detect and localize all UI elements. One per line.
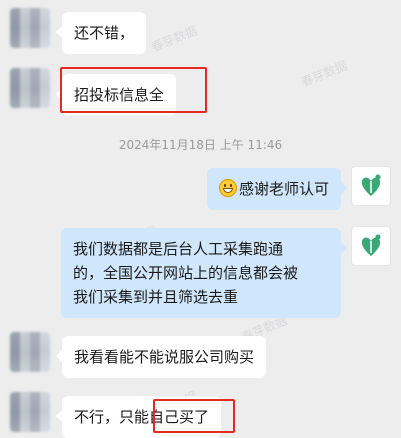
avatar-self[interactable]: [351, 166, 391, 206]
grin-emoji: [218, 179, 237, 197]
avatar-contact[interactable]: [10, 392, 50, 432]
message-timestamp: 2024年11月18日 上午 11:46: [118, 138, 283, 152]
watermark: 春芽数据: [299, 58, 350, 90]
message-text-highlighted: 自己买了: [149, 408, 210, 426]
message-bubble-incoming[interactable]: 我看看能不能说服公司购买: [55, 336, 267, 378]
watermark: 春芽数据: [149, 23, 200, 55]
avatar-contact[interactable]: [10, 8, 50, 48]
message-text-line: 的，全国公开网站上的信息都会被: [73, 264, 299, 282]
message-bubble-incoming[interactable]: 招投标信息全: [55, 74, 177, 116]
message-bubble-outgoing[interactable]: 我们数据都是后台人工采集跑通 的，全国公开网站上的信息都会被 我们采集到并且筛选…: [61, 228, 347, 318]
avatar-contact[interactable]: [10, 68, 50, 108]
message-bubble-outgoing[interactable]: 感谢老师认可: [206, 168, 348, 210]
message-text-line: 我们数据都是后台人工采集跑通: [73, 240, 284, 258]
message-text-line: 我们采集到并且筛选去重: [73, 288, 239, 306]
message-text: 还不错，: [74, 24, 135, 42]
leaf-heart-icon: [361, 234, 381, 256]
avatar-self[interactable]: [351, 226, 391, 266]
leaf-heart-icon: [361, 174, 381, 196]
message-text: 我看看能不能说服公司购买: [74, 348, 255, 366]
chat-window: 春芽数据 春芽数据 春芽数据 春芽数据 春芽数据 还不错， 招投标信息全 202…: [0, 0, 401, 438]
message-text: 感谢老师认可: [238, 180, 329, 198]
message-text: 不行，只能: [74, 408, 150, 426]
message-bubble-incoming[interactable]: 还不错，: [55, 12, 147, 54]
message-text: 招投标信息全: [74, 86, 165, 104]
message-bubble-incoming[interactable]: 不行，只能自己买了: [55, 396, 222, 438]
avatar-contact[interactable]: [10, 332, 50, 372]
